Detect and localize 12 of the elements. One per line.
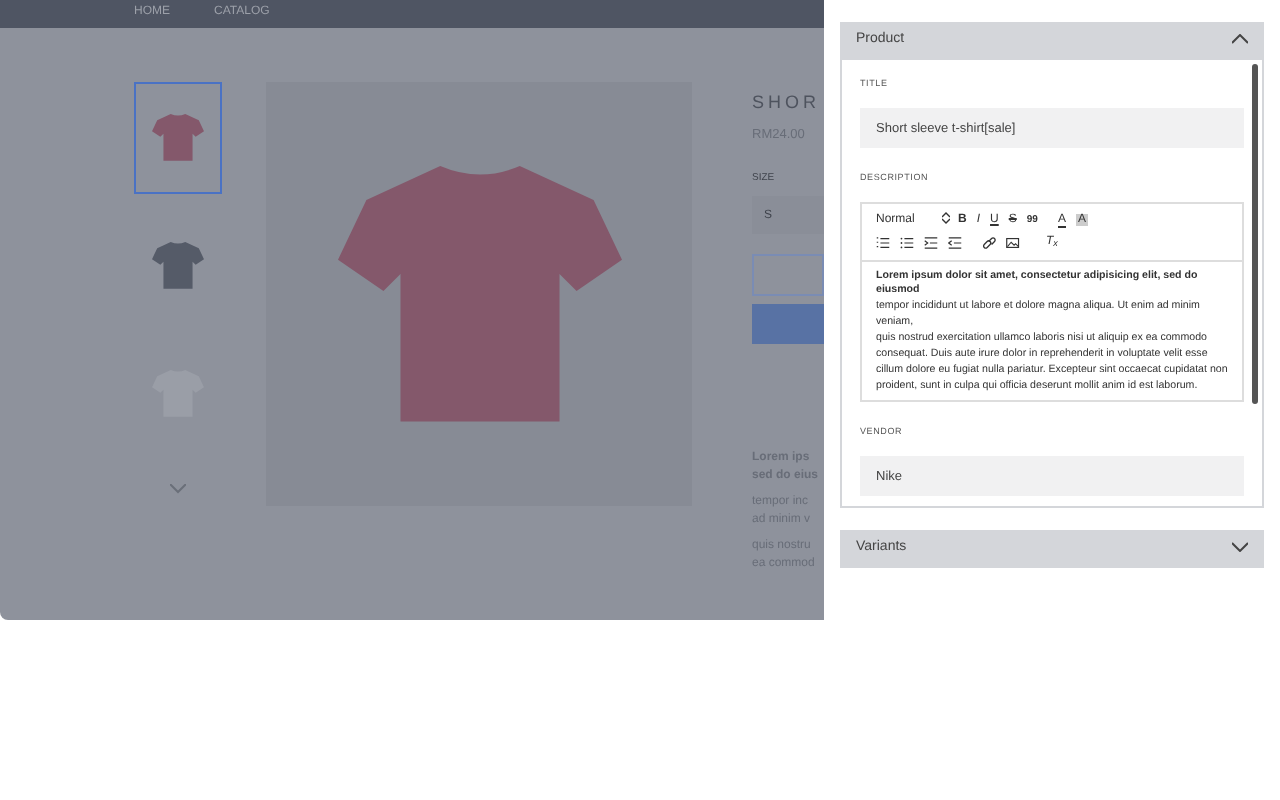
bullet-list-icon[interactable] bbox=[900, 235, 914, 249]
product-thumbnail[interactable] bbox=[134, 82, 222, 194]
chevron-up-icon[interactable] bbox=[1232, 33, 1248, 44]
chevron-down-icon[interactable] bbox=[1232, 541, 1248, 552]
outdent-icon[interactable] bbox=[948, 235, 962, 249]
ordered-list-icon[interactable] bbox=[876, 235, 890, 249]
product-title: SHOR bbox=[752, 90, 823, 116]
image-icon[interactable] bbox=[1006, 235, 1020, 249]
link-icon[interactable] bbox=[982, 235, 996, 249]
scrollbar[interactable] bbox=[1252, 64, 1258, 404]
sort-arrows-icon bbox=[942, 212, 951, 225]
indent-icon[interactable] bbox=[924, 235, 938, 249]
